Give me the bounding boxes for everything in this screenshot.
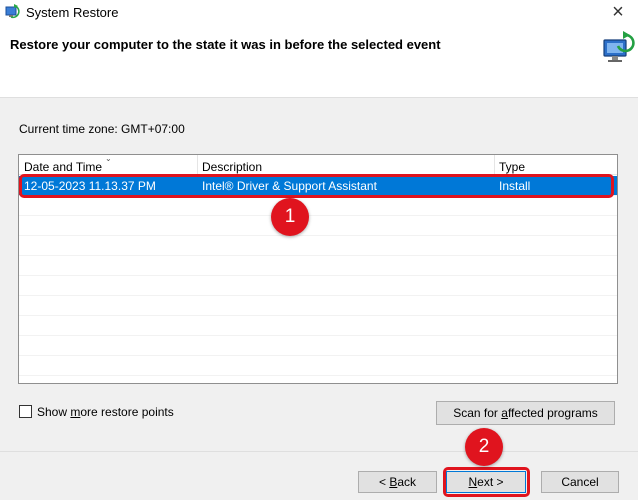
column-divider[interactable]: [197, 155, 198, 174]
empty-row: [19, 216, 617, 236]
cancel-button[interactable]: Cancel: [541, 471, 619, 493]
show-more-label[interactable]: Show more restore points: [37, 405, 174, 419]
column-description[interactable]: Description: [202, 160, 262, 174]
empty-row: [19, 336, 617, 356]
page-title: Restore your computer to the state it wa…: [10, 37, 441, 52]
empty-row: [19, 276, 617, 296]
checkbox[interactable]: [19, 405, 32, 418]
title-bar: System Restore ×: [0, 0, 638, 26]
monitor-restore-icon: [600, 30, 636, 66]
empty-row: [19, 256, 617, 276]
empty-row: [19, 316, 617, 336]
column-divider[interactable]: [494, 155, 495, 174]
close-icon[interactable]: ×: [604, 1, 632, 23]
column-type[interactable]: Type: [499, 160, 525, 174]
timezone-label: Current time zone: GMT+07:00: [19, 122, 185, 136]
empty-row: [19, 196, 617, 216]
column-date-time[interactable]: Date and Time: [24, 160, 102, 174]
window-title: System Restore: [26, 5, 119, 20]
step-badge-2: 2: [465, 428, 503, 466]
empty-row: [19, 356, 617, 376]
empty-row: [19, 236, 617, 256]
footer-divider: [0, 451, 638, 452]
sort-caret-icon: ⌄: [105, 154, 112, 163]
highlight-next-button: [443, 467, 530, 497]
empty-row: [19, 296, 617, 316]
system-restore-icon: [5, 4, 21, 20]
step-badge-1: 1: [271, 198, 309, 236]
scan-affected-programs-button[interactable]: Scan for affected programs: [436, 401, 615, 425]
highlight-selected-row: [19, 174, 614, 198]
wizard-header: Restore your computer to the state it wa…: [0, 26, 638, 98]
list-header: Date and Time ⌄ Description Type: [19, 155, 617, 175]
back-button[interactable]: < Back: [358, 471, 437, 493]
